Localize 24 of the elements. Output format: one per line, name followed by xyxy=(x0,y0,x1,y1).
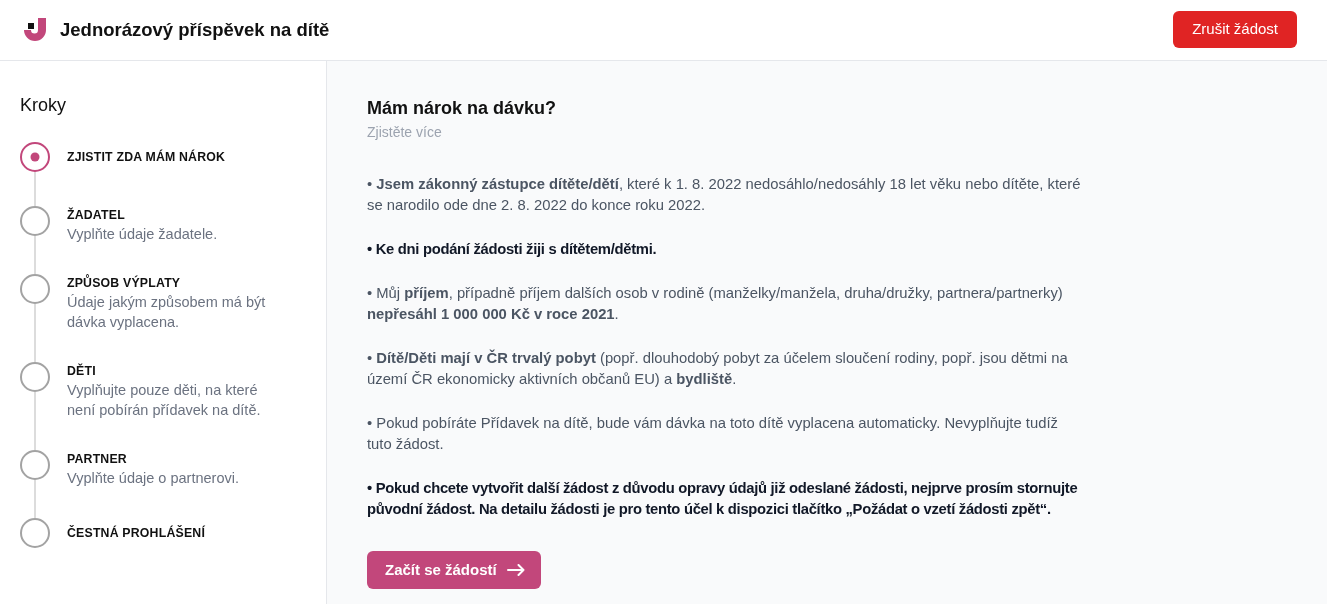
eligibility-condition-text: • Můj příjem, případně příjem dalších osob v rodině (manželky/manžela, druha/družky, partnera/partnerky) nepřesáhl 1 000 000 Kč v roce 2021. xyxy=(367,284,1064,324)
eligibility-condition-text: • Pokud chcete vytvořit další žádost z důvodu opravy údajů již odeslané žádosti, nejprve prosím stornujte původní žádost. Na detailu žádosti je pro tento účel k dispozici tlačítko „Požádat o vzetí žádosti zpět“. xyxy=(367,479,1079,519)
step-description: Vyplňte údaje žadatele. xyxy=(67,225,219,244)
step-title: DĚTI xyxy=(67,362,97,380)
step-description: Vyplňujte pouze děti, na které není pobírán přídavek na dítě. xyxy=(67,381,262,420)
eligibility-condition-text: • Pokud pobíráte Přídavek na dítě, bude vám dávka na toto dítě vyplacena automaticky. Nevyplňujte tudíž tuto žádost. xyxy=(367,414,1059,454)
step-title: ČESTNÁ PROHLÁŠENÍ xyxy=(67,524,206,542)
arrow-right-icon xyxy=(506,564,525,576)
steps-heading: Kroky xyxy=(20,94,67,116)
step-title: PARTNER xyxy=(67,451,128,468)
step-title: ZPŮSOB VÝPLATY xyxy=(67,274,182,292)
eligibility-condition-text: • Ke dni podání žádosti žiji s dítětem/dětmi. xyxy=(367,240,658,259)
eligibility-condition-text: • Jsem zákonný zástupce dítěte/dětí, které k 1. 8. 2022 nedosáhlo/nedosáhly 18 let věku nebo dítěte, které se narodilo ode dne 2. 8. 2022 do konce roku 2022. xyxy=(367,175,1082,215)
start-application-button[interactable]: Začít se žádostí xyxy=(367,551,541,589)
step-description: Údaje jakým způsobem má být dávka vyplacena. xyxy=(67,293,267,332)
page-title: Jednorázový příspěvek na dítě xyxy=(60,18,330,42)
logo-icon xyxy=(24,18,46,42)
step-description: Vyplňte údaje o partnerovi. xyxy=(67,469,240,488)
section-title: Mám nárok na dávku? xyxy=(367,97,558,120)
step-title: ZJISTIT ZDA MÁM NÁROK xyxy=(67,148,227,166)
eligibility-condition-text: • Dítě/Děti mají v ČR trvalý pobyt (popř. dlouhodobý pobyt za účelem sloučení rodiny, popř. jsou dětmi na území ČR ekonomicky aktivních občanů EU) a bydliště. xyxy=(367,348,1069,389)
section-subtitle: Zjistěte více xyxy=(367,123,443,142)
step-title: ŽADATEL xyxy=(67,206,126,224)
cancel-request-button[interactable]: Zrušit žádost xyxy=(1173,10,1297,48)
